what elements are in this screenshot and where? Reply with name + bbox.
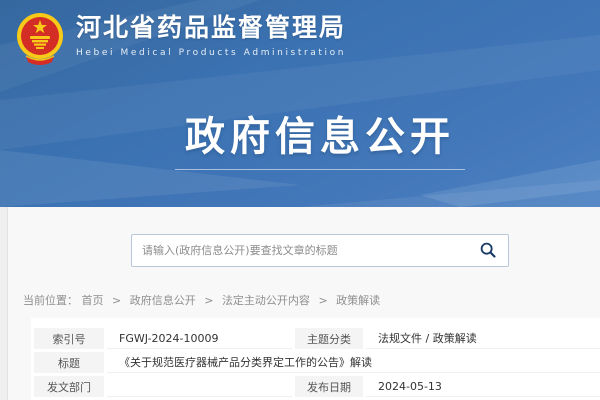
breadcrumb-separator: > bbox=[318, 294, 327, 307]
table-row: 标题 《关于规范医疗器械产品分类界定工作的公告》解读 bbox=[34, 352, 600, 373]
index-number-label: 索引号 bbox=[34, 328, 104, 349]
title-value: 《关于规范医疗器械产品分类界定工作的公告》解读 bbox=[107, 352, 600, 373]
org-titles: 河北省药品监督管理局 Hebei Medical Products Admini… bbox=[76, 10, 346, 58]
table-row: 发文部门 发布日期 2024-05-13 bbox=[34, 376, 600, 397]
publish-date-label: 发布日期 bbox=[295, 376, 363, 397]
banner-title: 政府信息公开 bbox=[185, 104, 455, 162]
org-name-cn: 河北省药品监督管理局 bbox=[76, 14, 346, 43]
banner-underline bbox=[175, 169, 465, 170]
search-box[interactable] bbox=[131, 234, 509, 267]
search-button[interactable] bbox=[478, 241, 498, 261]
title-label: 标题 bbox=[34, 352, 104, 373]
document-info-panel: 索引号 FGWJ-2024-10009 主题分类 法规文件 / 政策解读 标题 … bbox=[31, 318, 600, 400]
breadcrumb-prefix: 当前位置： bbox=[23, 294, 78, 307]
topic-category-value: 法规文件 / 政策解读 bbox=[366, 328, 600, 349]
page: 河北省药品监督管理局 Hebei Medical Products Admini… bbox=[0, 0, 600, 400]
index-number-value: FGWJ-2024-10009 bbox=[107, 328, 292, 349]
table-row: 索引号 FGWJ-2024-10009 主题分类 法规文件 / 政策解读 bbox=[34, 328, 600, 349]
breadcrumb-home[interactable]: 首页 bbox=[82, 294, 104, 307]
breadcrumb-disclosure-content[interactable]: 法定主动公开内容 bbox=[222, 294, 310, 307]
topic-category-label: 主题分类 bbox=[295, 328, 363, 349]
breadcrumb-policy-interpretation[interactable]: 政策解读 bbox=[336, 294, 380, 307]
search-input[interactable] bbox=[142, 244, 478, 257]
blue-header-area: 河北省药品监督管理局 Hebei Medical Products Admini… bbox=[0, 0, 600, 207]
publish-date-value: 2024-05-13 bbox=[366, 376, 600, 397]
national-emblem-icon bbox=[16, 10, 64, 70]
breadcrumb: 当前位置： 首页 > 政府信息公开 > 法定主动公开内容 > 政策解读 bbox=[23, 292, 380, 308]
content-inner: 当前位置： 首页 > 政府信息公开 > 法定主动公开内容 > 政策解读 索引号 … bbox=[7, 207, 600, 400]
site-header: 河北省药品监督管理局 Hebei Medical Products Admini… bbox=[16, 10, 346, 70]
breadcrumb-gov-info[interactable]: 政府信息公开 bbox=[130, 294, 196, 307]
issuing-department-label: 发文部门 bbox=[34, 376, 104, 397]
issuing-department-value bbox=[107, 376, 292, 397]
content-area: 当前位置： 首页 > 政府信息公开 > 法定主动公开内容 > 政策解读 索引号 … bbox=[0, 207, 600, 400]
breadcrumb-separator: > bbox=[112, 294, 121, 307]
org-name-en: Hebei Medical Products Administration bbox=[76, 48, 346, 58]
breadcrumb-separator: > bbox=[204, 294, 213, 307]
search-icon bbox=[479, 241, 497, 259]
document-info-table: 索引号 FGWJ-2024-10009 主题分类 法规文件 / 政策解读 标题 … bbox=[31, 325, 600, 400]
